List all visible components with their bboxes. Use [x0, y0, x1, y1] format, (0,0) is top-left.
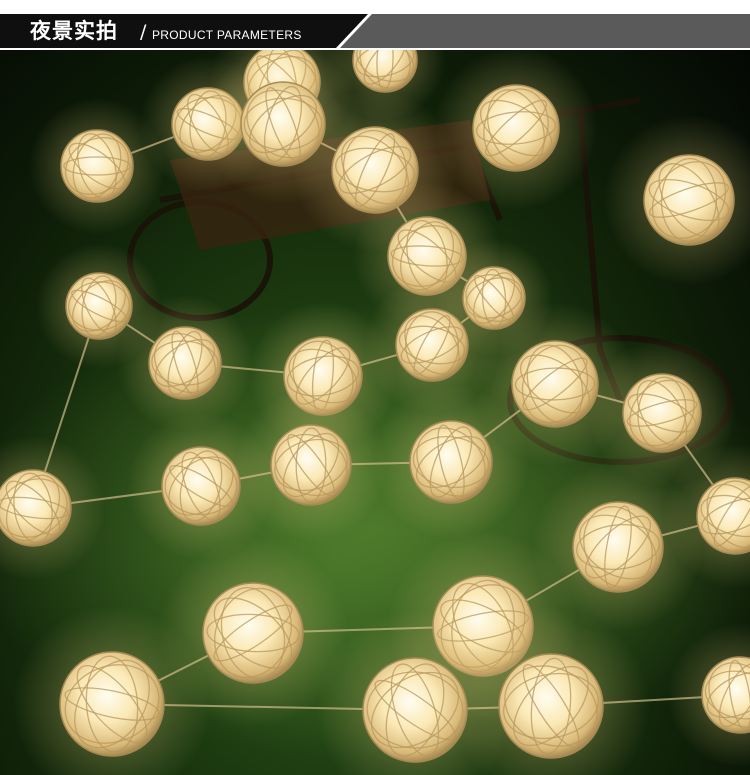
rattan-ball [362, 657, 468, 763]
rattan-ball [202, 582, 304, 684]
night-scene-illustration [0, 50, 750, 775]
section-header: 夜景实拍 / PRODUCT PARAMETERS [0, 0, 750, 50]
rattan-ball [60, 129, 134, 203]
rattan-ball [643, 154, 735, 246]
rattan-ball [59, 651, 165, 757]
rattan-ball [270, 424, 352, 506]
rattan-ball [572, 501, 664, 593]
section-title-cn: 夜景实拍 [30, 19, 118, 43]
rattan-ball [511, 340, 599, 428]
rattan-ball [498, 653, 604, 759]
product-photo [0, 50, 750, 775]
section-title-en: PRODUCT PARAMETERS [152, 28, 302, 42]
title-separator: / [140, 21, 147, 43]
